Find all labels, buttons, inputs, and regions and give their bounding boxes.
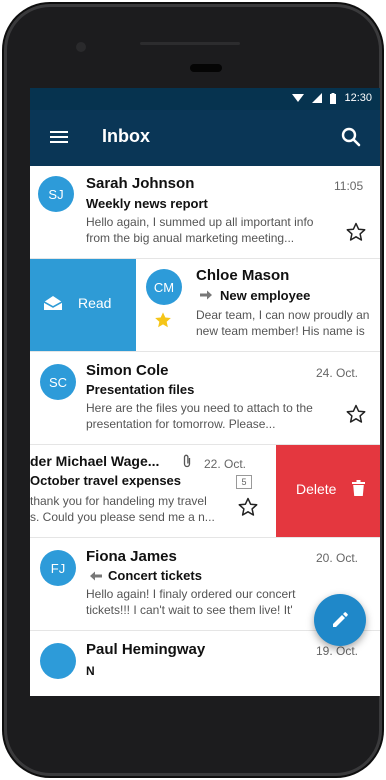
email-time: 20. Oct. (316, 551, 359, 565)
avatar: CM (146, 269, 182, 305)
email-preview-line1: Here are the files you need to attach to… (86, 401, 313, 415)
email-subject: New employee (220, 288, 311, 303)
status-bar: 12:30 (30, 88, 380, 110)
email-subject: Presentation files (86, 382, 195, 397)
email-time: 19. Oct. (316, 644, 359, 658)
sender-name: Simon Cole (86, 362, 169, 379)
avatar: SJ (38, 176, 74, 212)
email-preview-line1: Dear team, I can now proudly an (196, 308, 370, 322)
screen: 12:30 Inbox SJ Sarah Johnson 11:05 Weekl… (30, 88, 380, 696)
email-preview-line1: Hello again, I summed up all important i… (86, 215, 314, 229)
email-row-swiped-read[interactable]: Read CM Chloe Mason New employee Dear te… (30, 259, 380, 352)
earpiece-speaker (190, 64, 222, 72)
attachment-icon (183, 454, 191, 468)
wifi-icon (292, 94, 305, 102)
sender-name: Fiona James (86, 548, 177, 565)
trash-icon (352, 480, 365, 496)
search-icon[interactable] (340, 126, 362, 148)
delete-action[interactable]: Delete (276, 445, 380, 537)
menu-icon[interactable] (50, 128, 68, 148)
top-sensor-bar (140, 42, 240, 45)
status-time: 12:30 (344, 92, 372, 104)
sender-name: Paul Hemingway (86, 641, 206, 658)
compose-button[interactable] (314, 594, 366, 646)
email-preview-line1: thank you for handeling my travel (30, 494, 207, 508)
star-outline-icon[interactable] (346, 404, 366, 424)
envelope-open-icon (44, 296, 62, 310)
email-preview-line2: new team member! His name is (196, 324, 365, 338)
email-time: 11:05 (334, 179, 364, 193)
sender-name: Chloe Mason (196, 267, 290, 284)
avatar: FJ (40, 550, 76, 586)
swiped-email-content: der Michael Wage... 22. Oct. October tra… (30, 445, 276, 537)
app-bar: Inbox (30, 110, 380, 166)
email-row[interactable]: SC Simon Cole 24. Oct. Presentation file… (30, 352, 380, 445)
avatar: SC (40, 364, 76, 400)
swiped-email-content: CM Chloe Mason New employee Dear team, I… (136, 259, 380, 351)
email-row[interactable]: SJ Sarah Johnson 11:05 Weekly news repor… (30, 166, 380, 259)
read-action-label: Read (78, 295, 112, 311)
email-preview-line2: tickets!!! I can't wait to see them live… (86, 603, 293, 617)
battery-icon (330, 92, 337, 104)
sender-name: der Michael Wage... (30, 453, 160, 469)
pencil-icon (333, 612, 348, 627)
thread-count-badge: 5 (236, 475, 252, 489)
phone-frame: 12:30 Inbox SJ Sarah Johnson 11:05 Weekl… (4, 4, 382, 776)
email-preview-line2: s. Could you please send me a n... (30, 510, 215, 524)
read-action[interactable]: Read (30, 259, 136, 351)
reply-icon (90, 571, 102, 581)
avatar (40, 643, 76, 679)
email-time: 22. Oct. (204, 457, 247, 471)
email-subject: Weekly news report (86, 196, 208, 211)
email-preview-line2: from the big anual marketing meeting... (86, 231, 295, 245)
email-time: 24. Oct. (316, 366, 359, 380)
star-outline-icon[interactable] (346, 222, 366, 242)
forward-icon (200, 290, 212, 300)
email-preview-line1: N (86, 664, 95, 678)
email-preview-line1: Hello again! I finaly ordered our concer… (86, 587, 296, 601)
sender-name: Sarah Johnson (86, 175, 195, 192)
delete-action-label: Delete (296, 481, 337, 497)
star-outline-icon[interactable] (238, 497, 258, 517)
email-subject: Concert tickets (108, 568, 202, 583)
page-title: Inbox (102, 126, 150, 146)
front-camera (76, 42, 86, 52)
email-subject: October travel expenses (30, 473, 182, 488)
email-preview-line2: presentation for tomorrow. Please... (86, 417, 276, 431)
star-filled-icon[interactable] (154, 311, 172, 329)
email-row-swiped-delete[interactable]: der Michael Wage... 22. Oct. October tra… (30, 445, 380, 538)
signal-icon (312, 93, 323, 103)
